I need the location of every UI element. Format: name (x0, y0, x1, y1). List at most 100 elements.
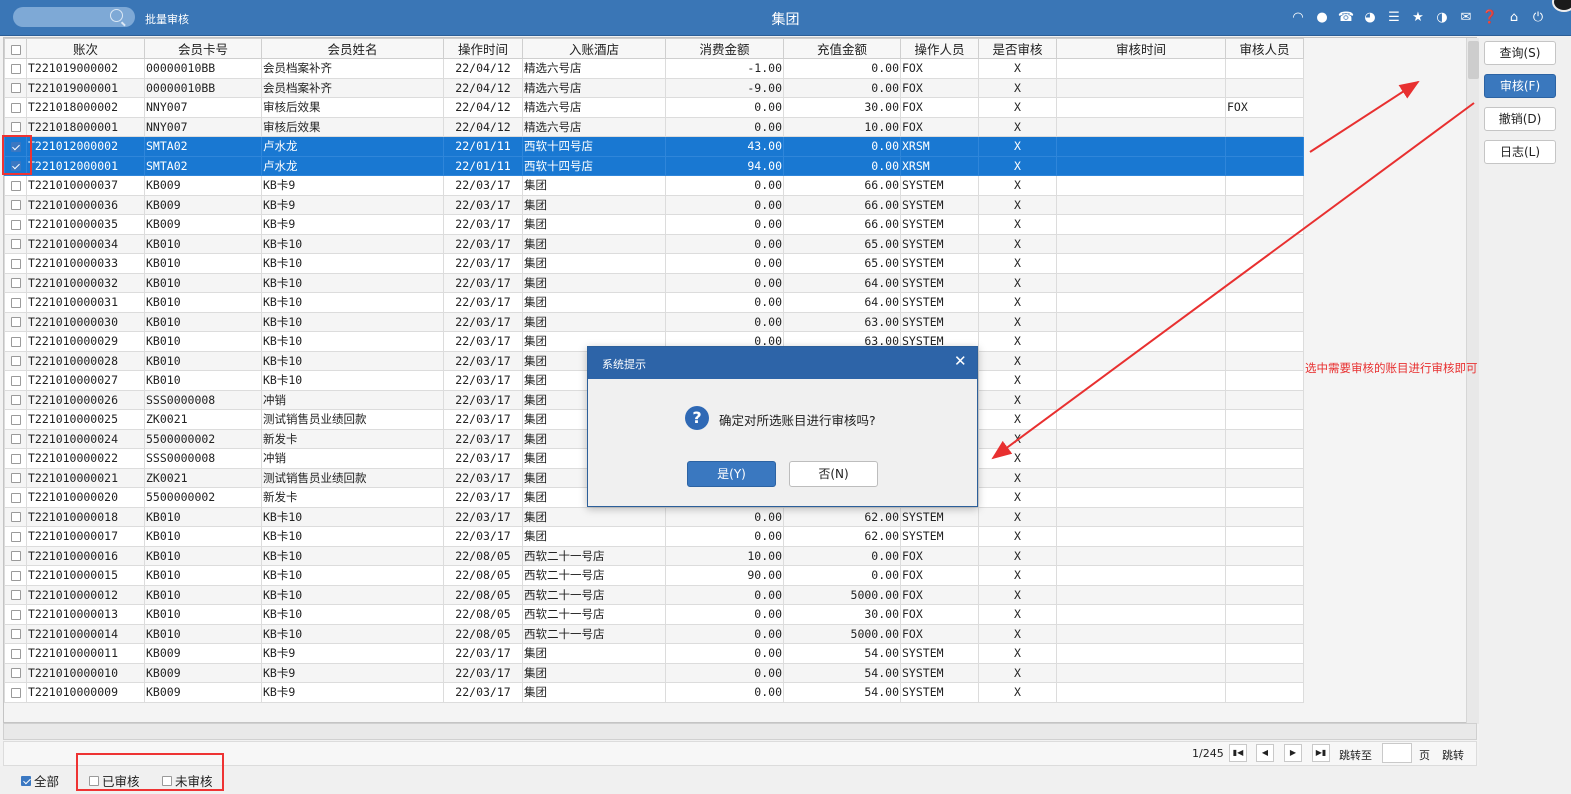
prev-page-icon[interactable]: ◀ (1256, 744, 1274, 762)
first-page-icon[interactable]: ▮◀ (1229, 744, 1247, 762)
column-header[interactable]: 会员卡号 (144, 38, 262, 59)
filter-unaudited-checkbox[interactable] (162, 775, 172, 786)
row-checkbox[interactable] (4, 682, 27, 703)
column-header[interactable]: 账次 (26, 38, 145, 59)
mail-icon[interactable]: ✉ (1454, 9, 1478, 27)
menu-icon[interactable]: ☰ (1382, 9, 1406, 27)
row-checkbox[interactable] (4, 409, 27, 430)
row-checkbox[interactable] (4, 58, 27, 79)
table-row[interactable]: T221010000015 KB010 KB卡10 22/08/05 西软二十一号店 90… (4, 565, 1304, 586)
vertical-scrollbar[interactable] (1466, 38, 1480, 724)
table-row[interactable]: T221010000033 KB010 KB卡10 22/03/17 集团 0.00 65.… (4, 253, 1304, 274)
row-checkbox[interactable] (4, 487, 27, 508)
chat-icon[interactable]: ● (1310, 9, 1334, 27)
wifi-icon[interactable]: ◠ (1286, 9, 1310, 27)
row-checkbox[interactable] (4, 604, 27, 625)
row-checkbox[interactable] (4, 233, 27, 254)
column-header[interactable]: 入账酒店 (522, 38, 666, 59)
filter-all[interactable]: 全部 (21, 771, 59, 790)
table-row[interactable]: T221010000032 KB010 KB卡10 22/03/17 集团 0.00 64.… (4, 272, 1304, 293)
dialog-yes-button[interactable]: 是(Y) (687, 461, 776, 487)
dialog-close-icon[interactable]: ✕ (954, 352, 967, 370)
filter-audited[interactable]: 已审核 (89, 771, 140, 790)
row-checkbox[interactable] (4, 662, 27, 683)
row-checkbox[interactable] (4, 116, 27, 137)
table-row[interactable]: T221010000011 KB009 KB卡9 22/03/17 集团 0.00 54.0… (4, 643, 1304, 664)
row-checkbox[interactable] (4, 155, 27, 176)
table-row[interactable]: T221012000002 SMTA02 卢水龙 22/01/11 西软十四号店 43.0… (4, 136, 1304, 157)
filter-audited-checkbox[interactable] (89, 775, 99, 786)
row-checkbox[interactable] (4, 272, 27, 293)
row-checkbox[interactable] (4, 565, 27, 586)
filter-all-checkbox[interactable] (21, 775, 31, 786)
row-checkbox[interactable] (4, 370, 27, 391)
row-checkbox[interactable] (4, 175, 27, 196)
next-page-icon[interactable]: ▶ (1284, 744, 1302, 762)
row-checkbox[interactable] (4, 350, 27, 371)
row-checkbox[interactable] (4, 292, 27, 313)
table-row[interactable]: T221019000002 00000010BB 会员档案补齐 22/04/12 精选六… (4, 58, 1304, 79)
cancel-audit-button[interactable]: 撤销(D) (1484, 107, 1556, 131)
table-row[interactable]: T221010000012 KB010 KB卡10 22/08/05 西软二十一号店 0.… (4, 584, 1304, 605)
row-checkbox[interactable] (4, 428, 27, 449)
row-checkbox[interactable] (4, 506, 27, 527)
table-row[interactable]: T221010000009 KB009 KB卡9 22/03/17 集团 0.00 54.0… (4, 682, 1304, 703)
row-checkbox[interactable] (4, 136, 27, 157)
row-checkbox[interactable] (4, 448, 27, 469)
column-header[interactable]: 消费金额 (665, 38, 784, 59)
column-header[interactable]: 审核时间 (1056, 38, 1226, 59)
page-number-input[interactable] (1382, 743, 1412, 763)
table-row[interactable]: T221018000002 NNY007 审核后效果 22/04/12 精选六号店 0.0… (4, 97, 1304, 118)
column-header[interactable]: 操作时间 (443, 38, 523, 59)
table-row[interactable]: T221019000001 00000010BB 会员档案补齐 22/04/12 精选六… (4, 77, 1304, 98)
dialog-no-button[interactable]: 否(N) (789, 461, 878, 487)
row-checkbox[interactable] (4, 643, 27, 664)
table-row[interactable]: T221010000031 KB010 KB卡10 22/03/17 集团 0.00 64.… (4, 292, 1304, 313)
palette-icon[interactable]: ◕ (1358, 9, 1382, 27)
row-checkbox[interactable] (4, 253, 27, 274)
log-button[interactable]: 日志(L) (1484, 140, 1556, 164)
row-checkbox[interactable] (4, 194, 27, 215)
row-checkbox[interactable] (4, 214, 27, 235)
column-header[interactable]: 会员姓名 (261, 38, 444, 59)
query-button[interactable]: 查询(S) (1484, 41, 1556, 65)
row-checkbox[interactable] (4, 526, 27, 547)
column-header[interactable]: 是否审核 (978, 38, 1057, 59)
row-checkbox[interactable] (4, 97, 27, 118)
table-row[interactable]: T221018000001 NNY007 审核后效果 22/04/12 精选六号店 0.0… (4, 116, 1304, 137)
row-checkbox[interactable] (4, 77, 27, 98)
star-icon[interactable]: ★ (1406, 9, 1430, 27)
table-row[interactable]: T221010000035 KB009 KB卡9 22/03/17 集团 0.00 66.0… (4, 214, 1304, 235)
table-row[interactable]: T221010000018 KB010 KB卡10 22/03/17 集团 0.00 62.… (4, 506, 1304, 527)
row-checkbox[interactable] (4, 584, 27, 605)
table-row[interactable]: T221012000001 SMTA02 卢水龙 22/01/11 西软十四号店 94.0… (4, 155, 1304, 176)
table-row[interactable]: T221010000017 KB010 KB卡10 22/03/17 集团 0.00 62.… (4, 526, 1304, 547)
row-checkbox[interactable] (4, 389, 27, 410)
horizontal-scrollbar[interactable] (3, 723, 1477, 740)
last-page-icon[interactable]: ▶▮ (1312, 744, 1330, 762)
table-row[interactable]: T221010000034 KB010 KB卡10 22/03/17 集团 0.00 65.… (4, 233, 1304, 254)
filter-unaudited[interactable]: 未审核 (162, 771, 213, 790)
audit-button[interactable]: 审核(F) (1484, 74, 1556, 98)
column-header[interactable]: 充值金额 (783, 38, 901, 59)
row-checkbox[interactable] (4, 623, 27, 644)
search-input[interactable] (13, 7, 135, 27)
column-header[interactable]: 审核人员 (1225, 38, 1304, 59)
table-row[interactable]: T221010000014 KB010 KB卡10 22/08/05 西软二十一号店 0.… (4, 623, 1304, 644)
search-icon[interactable] (110, 9, 123, 22)
table-row[interactable]: T221010000010 KB009 KB卡9 22/03/17 集团 0.00 54.0… (4, 662, 1304, 683)
home-icon[interactable]: ⌂ (1502, 9, 1526, 27)
table-row[interactable]: T221010000037 KB009 KB卡9 22/03/17 集团 0.00 66.0… (4, 175, 1304, 196)
table-row[interactable]: T221010000016 KB010 KB卡10 22/08/05 西软二十一号店 10… (4, 545, 1304, 566)
select-all-checkbox[interactable] (4, 38, 27, 59)
row-checkbox[interactable] (4, 311, 27, 332)
column-header[interactable]: 操作人员 (900, 38, 979, 59)
phone-icon[interactable]: ☎ (1334, 9, 1358, 27)
row-checkbox[interactable] (4, 467, 27, 488)
table-row[interactable]: T221010000013 KB010 KB卡10 22/08/05 西软二十一号店 0.… (4, 604, 1304, 625)
table-row[interactable]: T221010000036 KB009 KB卡9 22/03/17 集团 0.00 66.0… (4, 194, 1304, 215)
scroll-thumb[interactable] (1468, 41, 1479, 79)
jump-button[interactable]: 跳转 (1442, 747, 1464, 763)
theme-icon[interactable]: ◑ (1430, 9, 1454, 27)
power-icon[interactable]: ⏻ (1526, 9, 1550, 27)
